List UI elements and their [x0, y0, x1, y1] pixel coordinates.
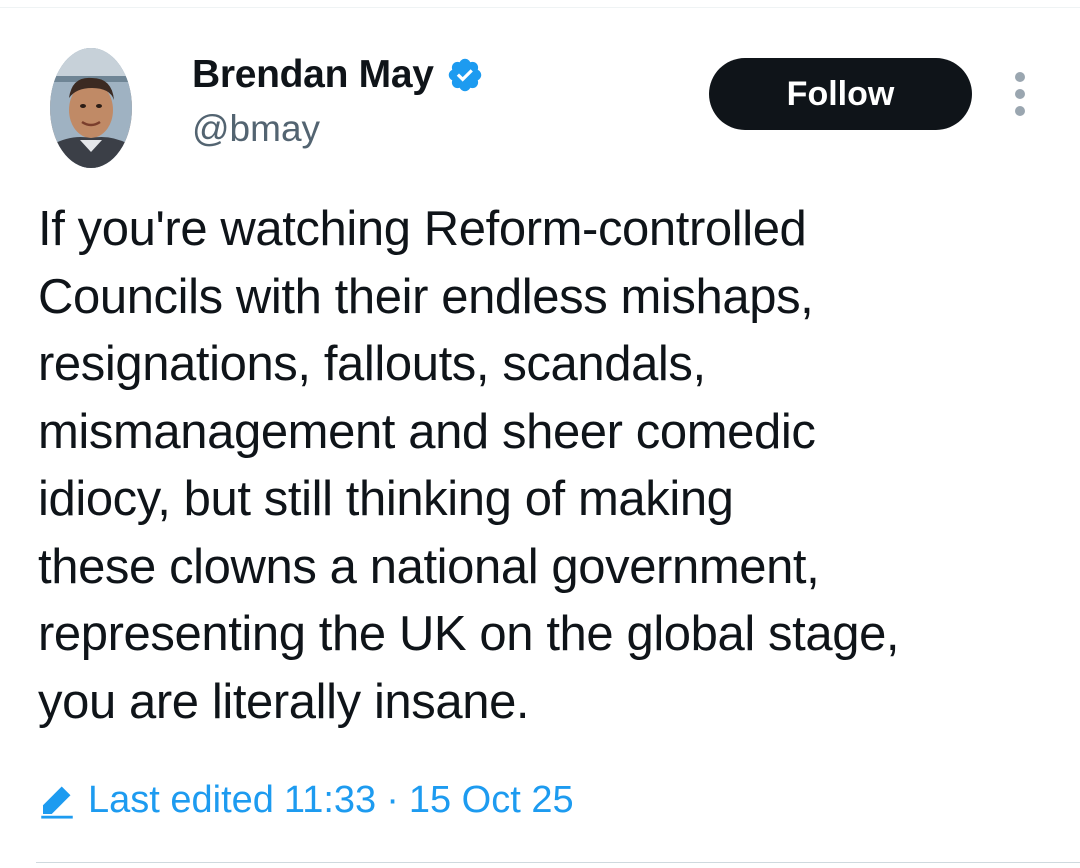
pencil-icon — [36, 779, 78, 821]
edit-history-link[interactable]: Last edited 11:33 · 15 Oct 25 — [36, 772, 574, 828]
tweet-line: mismanagement and sheer comedic — [38, 404, 816, 459]
tweet-line: resignations, fallouts, scandals, — [38, 337, 706, 391]
edit-time: 11:33 — [283, 778, 377, 821]
tweet-line: you are literally insane. — [38, 674, 530, 729]
tweet-line: these clowns a national government, — [38, 539, 820, 594]
edit-separator: · — [386, 778, 399, 821]
avatar[interactable] — [50, 48, 132, 168]
author-handle[interactable]: @bmay — [192, 108, 320, 150]
author-name[interactable]: Brendan May — [192, 53, 434, 97]
tweet-line: idiocy, but still thinking of making — [38, 472, 734, 526]
verified-badge-icon — [446, 56, 484, 94]
author-name-row: Brendan May — [192, 52, 484, 98]
avatar-photo — [50, 48, 132, 168]
top-divider — [0, 0, 1080, 8]
more-vertical-icon[interactable] — [1008, 72, 1032, 116]
tweet-text: If you're watching Reform-controlled Cou… — [38, 196, 1068, 736]
bottom-divider — [36, 862, 1080, 863]
edit-label: Last edited — [88, 778, 274, 821]
follow-button[interactable]: Follow — [709, 58, 972, 130]
tweet-line: Councils with their endless mishaps, — [38, 269, 814, 324]
edit-date: 15 Oct 25 — [408, 778, 574, 821]
tweet-line: If you're watching Reform-controlled — [38, 202, 807, 256]
tweet-line: representing the UK on the global stage, — [38, 607, 900, 661]
